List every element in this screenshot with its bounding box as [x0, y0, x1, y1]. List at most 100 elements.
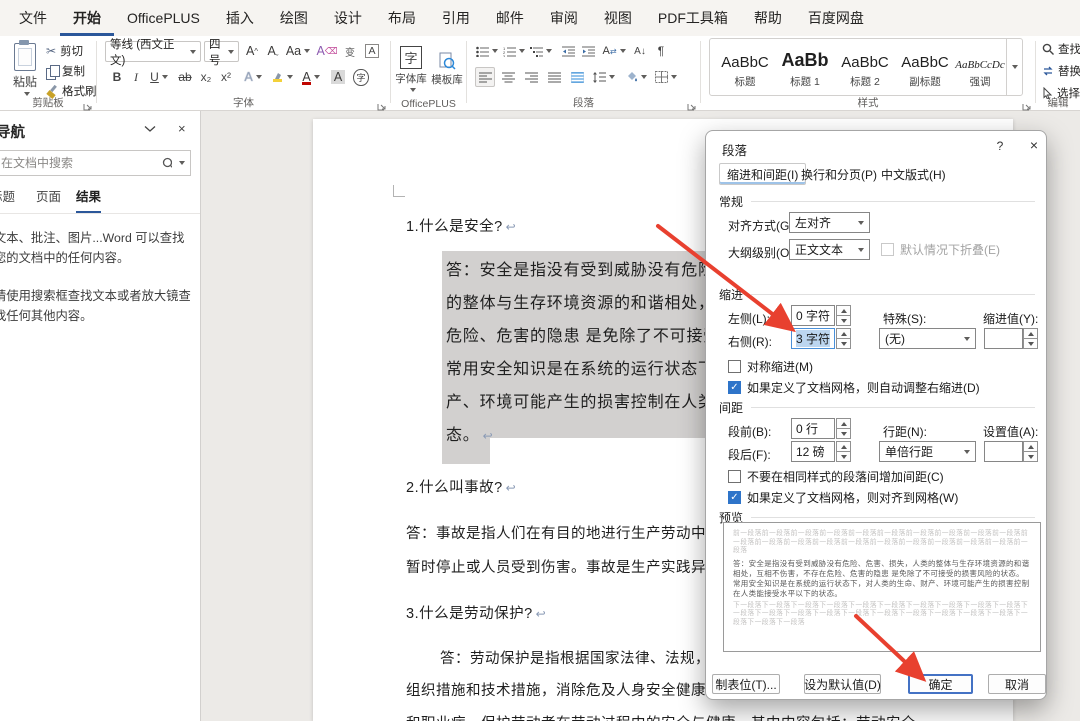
multilevel-list-button[interactable] [529, 41, 553, 61]
align-right-button[interactable] [521, 67, 541, 87]
nav-tab-results[interactable]: 结果 [76, 186, 102, 214]
distribute-button[interactable] [567, 67, 587, 87]
tab-review[interactable]: 审阅 [537, 0, 591, 36]
align-left-button[interactable] [475, 67, 495, 87]
clipboard-dialog-launcher[interactable] [83, 98, 93, 111]
decrease-indent-button[interactable] [559, 41, 577, 61]
tab-help[interactable]: 帮助 [741, 0, 795, 36]
doc-paragraph-line[interactable]: 暂时停止或人员受到伤害。事故是生产实践异常的 [406, 556, 736, 577]
phonetic-guide-button[interactable]: 变 [340, 41, 360, 61]
tab-mailings[interactable]: 邮件 [483, 0, 537, 36]
enclose-characters-button[interactable]: 字 [351, 67, 371, 87]
no-space-same-style-checkbox[interactable]: 不要在相同样式的段落间增加间距(C) [728, 468, 944, 485]
tab-home[interactable]: 开始 [60, 0, 114, 36]
style-subtitle[interactable]: AaBbC 副标题 [896, 45, 954, 95]
superscript-button[interactable]: x² [217, 67, 235, 87]
styles-dialog-launcher[interactable] [1022, 98, 1032, 111]
indent-left-input[interactable]: 0 字符 [791, 305, 835, 326]
tab-draw[interactable]: 绘图 [267, 0, 321, 36]
tab-pdf-toolbox[interactable]: PDF工具箱 [645, 0, 741, 36]
italic-button[interactable]: I [129, 67, 143, 87]
show-hide-marks-button[interactable]: ¶ [652, 41, 670, 61]
styles-gallery-more-button[interactable] [1006, 39, 1022, 95]
bullets-button[interactable] [475, 41, 499, 61]
selected-paragraph-line[interactable]: 答：安全是指没有受到威胁没有危险 [446, 256, 715, 280]
template-library-button[interactable]: 模板库 [430, 40, 464, 98]
space-before-spinner[interactable] [836, 418, 851, 439]
justify-button[interactable] [544, 67, 564, 87]
doc-heading-3[interactable]: 3.什么是劳动保护? ↩ [406, 602, 546, 623]
collapsed-by-default-checkbox[interactable]: 默认情况下折叠(E) [881, 241, 1000, 258]
navigation-close-button[interactable]: × [178, 121, 186, 136]
paste-button[interactable]: 粘贴 [6, 39, 44, 98]
tab-view[interactable]: 视图 [591, 0, 645, 36]
increase-indent-button[interactable] [579, 41, 597, 61]
indent-right-input[interactable]: 3 字符 [791, 328, 835, 349]
tabs-button[interactable]: 制表位(T)... [712, 674, 780, 694]
character-border-button[interactable]: A [362, 41, 382, 61]
text-effects-button[interactable]: A [240, 67, 266, 87]
line-spacing-button[interactable] [591, 67, 617, 87]
cut-button[interactable]: ✂ 剪切 [46, 42, 83, 60]
snap-to-grid-checkbox[interactable]: ✓ 如果定义了文档网格，则对齐到网格(W) [728, 489, 958, 506]
sort-button[interactable]: A↓ [630, 41, 650, 61]
search-icon[interactable] [162, 157, 172, 170]
selected-paragraph-line[interactable]: 态。 ↩ [446, 421, 493, 445]
style-heading2[interactable]: AaBbC 标题 2 [836, 45, 894, 95]
tab-references[interactable]: 引用 [429, 0, 483, 36]
indent-right-spinner[interactable] [836, 328, 851, 349]
bold-button[interactable]: B [109, 67, 125, 87]
font-size-combo[interactable]: 四号 [204, 39, 239, 67]
tab-insert[interactable]: 插入 [213, 0, 267, 36]
indent-by-spinner[interactable] [1023, 328, 1038, 349]
doc-paragraph-line[interactable]: 组织措施和技术措施，消除危及人身安全健康的不 [406, 679, 736, 700]
cancel-button[interactable]: 取消 [988, 674, 1046, 694]
selected-paragraph-line[interactable]: 产、环境可能产生的损害控制在人类 [446, 388, 715, 412]
clear-formatting-button[interactable]: A ⌫ [316, 41, 337, 61]
paragraph-dialog-launcher[interactable] [687, 98, 697, 111]
navigation-collapse-button[interactable] [144, 121, 156, 136]
tab-design[interactable]: 设计 [321, 0, 375, 36]
grow-font-button[interactable]: A ^ [242, 41, 262, 61]
dialog-tab-asian-typography[interactable]: 中文版式(H) [874, 163, 953, 185]
character-shading-button[interactable]: A [328, 67, 348, 87]
replace-button[interactable]: 替换 [1042, 62, 1080, 80]
strikethrough-button[interactable]: ab [175, 67, 195, 87]
subscript-button[interactable]: x₂ [197, 67, 215, 87]
search-options-chevron-icon[interactable] [179, 161, 185, 165]
ok-button[interactable]: 确定 [908, 674, 973, 694]
doc-heading-1[interactable]: 1.什么是安全? ↩ [406, 215, 516, 236]
alignment-dropdown[interactable]: 左对齐 [789, 212, 870, 233]
highlight-color-button[interactable] [269, 67, 295, 87]
dialog-tab-line-page-breaks[interactable]: 换行和分页(P) [794, 163, 884, 185]
tab-file[interactable]: 文件 [6, 0, 60, 36]
space-after-input[interactable]: 12 磅 [791, 441, 835, 462]
shading-button[interactable] [623, 67, 649, 87]
indent-left-spinner[interactable] [836, 305, 851, 326]
find-button[interactable]: 查找 [1042, 40, 1080, 58]
special-dropdown[interactable]: (无) [879, 328, 976, 349]
spacing-at-input[interactable] [984, 441, 1023, 462]
asian-layout-button[interactable]: A ⇄ [601, 41, 627, 61]
font-name-combo[interactable]: 等线 (西文正文) [105, 39, 201, 67]
font-color-button[interactable]: A [298, 67, 324, 87]
tab-baidu-pan[interactable]: 百度网盘 [795, 0, 877, 36]
selected-paragraph-line[interactable]: 常用安全知识是在系统的运行状态下 [446, 355, 715, 379]
doc-paragraph-line[interactable]: 和职业病，保护劳动者在劳动过程中的安全与健康，其中内容包括：劳动安全 [406, 712, 916, 721]
style-emphasis[interactable]: AaBbCcDc 强调 [951, 45, 1009, 95]
change-case-button[interactable]: Aa [285, 41, 311, 61]
space-before-input[interactable]: 0 行 [791, 418, 835, 439]
auto-adjust-right-indent-checkbox[interactable]: ✓ 如果定义了文档网格，则自动调整右缩进(D) [728, 379, 980, 396]
tab-officeplus[interactable]: OfficePLUS [114, 0, 213, 36]
numbering-button[interactable]: 123 [502, 41, 526, 61]
nav-tab-headings[interactable]: 标题 [0, 186, 15, 211]
line-spacing-dropdown[interactable]: 单倍行距 [879, 441, 976, 462]
selected-paragraph-line[interactable]: 的整体与生存环境资源的和谐相处， [446, 289, 715, 313]
tab-layout[interactable]: 布局 [375, 0, 429, 36]
underline-button[interactable]: U [146, 67, 172, 87]
dialog-close-button[interactable]: × [1024, 137, 1044, 153]
set-as-default-button[interactable]: 设为默认值(D) [804, 674, 881, 694]
font-library-button[interactable]: 字 字体库 [394, 40, 428, 98]
shrink-font-button[interactable]: Aˬ [263, 41, 283, 61]
borders-button[interactable] [653, 67, 679, 87]
